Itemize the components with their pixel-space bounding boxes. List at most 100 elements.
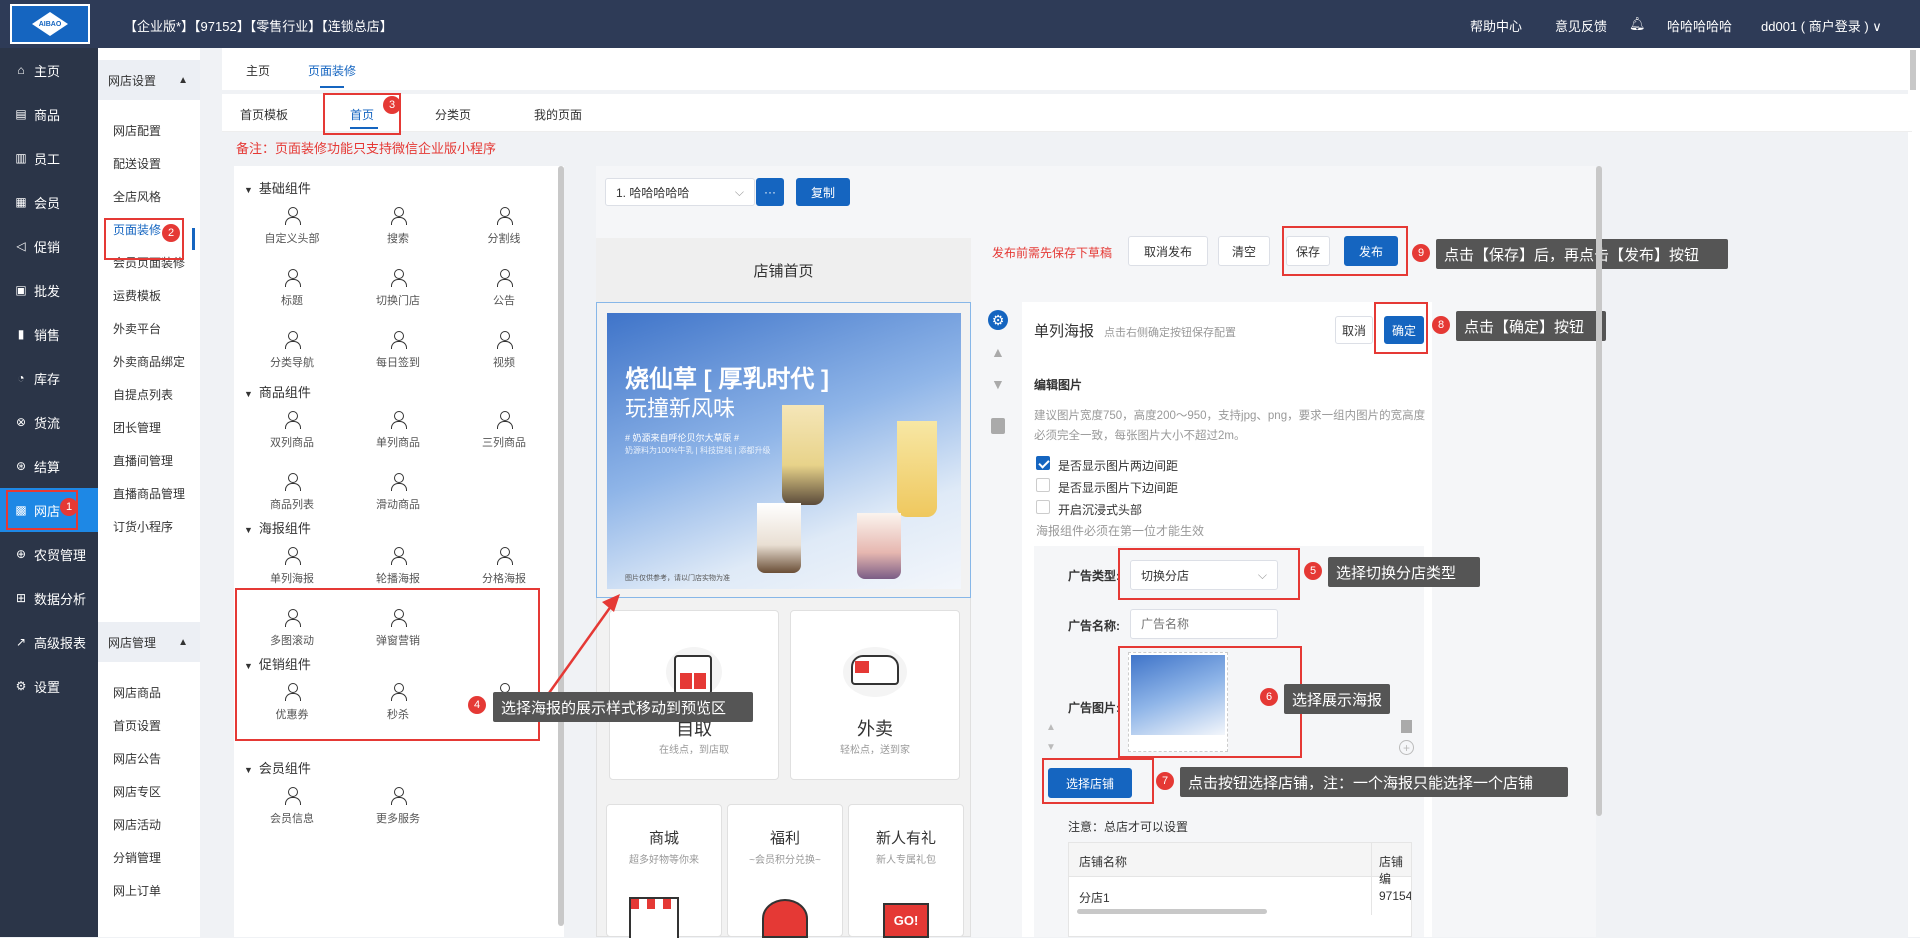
nav-item-2[interactable]: ▥ 员工 <box>0 136 98 180</box>
component-group-goods[interactable]: 商品组件 <box>244 382 311 401</box>
nav-item-9[interactable]: ⊛ 结算 <box>0 444 98 488</box>
subnav-item[interactable]: 网店公告 <box>113 750 161 767</box>
nav-item-12[interactable]: ⊞ 数据分析 <box>0 576 98 620</box>
nav-item-8[interactable]: ⊗ 货流 <box>0 400 98 444</box>
subnav-item[interactable]: 自提点列表 <box>113 386 173 403</box>
component-group-basic[interactable]: 基础组件 <box>244 178 311 197</box>
ad-name-input[interactable] <box>1130 609 1278 639</box>
aibao-logo[interactable]: AIBAO <box>10 4 90 44</box>
component-item[interactable]: 分割线 <box>464 206 544 246</box>
subnav-item[interactable]: 订货小程序 <box>113 518 173 535</box>
nav-item-3[interactable]: ▦ 会员 <box>0 180 98 224</box>
person-icon <box>284 472 301 492</box>
help-center-link[interactable]: 帮助中心 <box>1470 16 1522 35</box>
cancel-publish-button[interactable]: 取消发布 <box>1128 236 1208 266</box>
component-item[interactable]: 轮播海报 <box>358 546 438 586</box>
component-item[interactable]: 分格海报 <box>464 546 544 586</box>
gear-icon[interactable]: ⚙ <box>988 310 1008 330</box>
component-scrollbar[interactable] <box>558 166 564 926</box>
component-item[interactable]: 公告 <box>464 268 544 308</box>
config-cancel-button[interactable]: 取消 <box>1335 316 1373 344</box>
add-ad-icon[interactable]: + <box>1399 740 1414 755</box>
immersive-header-checkbox[interactable] <box>1036 500 1050 514</box>
component-item[interactable]: 三列商品 <box>464 410 544 450</box>
table-cell-store-name[interactable]: 分店1 <box>1079 889 1110 906</box>
tab-home-template[interactable]: 首页模板 <box>240 106 288 123</box>
subnav-item[interactable]: 直播间管理 <box>113 452 173 469</box>
nav-item-0[interactable]: ⌂ 主页 <box>0 48 98 92</box>
side-spacing-checkbox[interactable] <box>1036 456 1050 470</box>
shop-name[interactable]: 哈哈哈哈哈 <box>1667 16 1732 35</box>
bell-icon[interactable]: 🔔︎ <box>1629 16 1646 32</box>
subnav-item[interactable]: 外卖平台 <box>113 320 161 337</box>
tab-my-page[interactable]: 我的页面 <box>534 106 582 123</box>
tab-home[interactable]: 主页 <box>246 62 270 79</box>
tab-page-decor[interactable]: 页面装修 <box>308 62 356 79</box>
component-item[interactable]: 视频 <box>464 330 544 370</box>
component-item[interactable]: 会员信息 <box>252 786 332 826</box>
nav-item-7[interactable]: ◔ 库存 <box>0 356 98 400</box>
subnav-item[interactable]: 网店专区 <box>113 783 161 800</box>
subnav-item[interactable]: 配送设置 <box>113 155 161 172</box>
user-menu[interactable]: dd001 ( 商户登录 ) ∨ <box>1761 16 1882 35</box>
ad-trash-icon[interactable] <box>1401 720 1412 733</box>
ad-down-icon[interactable]: ▼ <box>1046 742 1056 753</box>
nav-item-6[interactable]: ▮ 销售 <box>0 312 98 356</box>
editor-scrollbar[interactable] <box>1596 166 1602 816</box>
subnav-item[interactable]: 直播商品管理 <box>113 485 185 502</box>
subnav-item[interactable]: 团长管理 <box>113 419 161 436</box>
nav-item-14[interactable]: ⚙ 设置 <box>0 664 98 708</box>
card-mall[interactable]: 商城 超多好物等你来 <box>606 804 722 938</box>
subnav-item[interactable]: 外卖商品绑定 <box>113 353 185 370</box>
tab-active-underline <box>320 86 344 88</box>
trash-icon[interactable] <box>991 418 1005 434</box>
table-scrollbar[interactable] <box>1077 909 1267 914</box>
nav-item-4[interactable]: ◁ 促销 <box>0 224 98 268</box>
clear-button[interactable]: 清空 <box>1218 236 1270 266</box>
component-group-member[interactable]: 会员组件 <box>244 758 311 777</box>
component-item[interactable]: 商品列表 <box>252 472 332 512</box>
subnav-item[interactable]: 网店活动 <box>113 816 161 833</box>
template-more-button[interactable]: ··· <box>756 178 784 206</box>
nav-item-13[interactable]: ↗ 高级报表 <box>0 620 98 664</box>
component-item[interactable]: 切换门店 <box>358 268 438 308</box>
component-group-poster[interactable]: 海报组件 <box>244 518 311 537</box>
card-sub: ~会员积分兑换~ <box>749 855 821 866</box>
subnav-item[interactable]: 网店配置 <box>113 122 161 139</box>
component-item[interactable]: 分类导航 <box>252 330 332 370</box>
card-newbie-gift[interactable]: 新人有礼 新人专属礼包 GO! <box>848 804 964 938</box>
subnav-item[interactable]: 首页设置 <box>113 717 161 734</box>
nav-label: 主页 <box>34 63 61 79</box>
move-up-icon[interactable]: ▲ <box>991 344 1005 360</box>
tab-category-page[interactable]: 分类页 <box>435 106 471 123</box>
subnav-item[interactable]: 分销管理 <box>113 849 161 866</box>
subnav-group-shop-manage[interactable]: 网店管理 ▲ <box>98 622 200 662</box>
nav-item-5[interactable]: ▣ 批发 <box>0 268 98 312</box>
component-item[interactable]: 搜索 <box>358 206 438 246</box>
component-item[interactable]: 单列海报 <box>252 546 332 586</box>
component-item[interactable]: 自定义头部 <box>252 206 332 246</box>
component-item[interactable]: 滑动商品 <box>358 472 438 512</box>
move-down-icon[interactable]: ▼ <box>991 376 1005 392</box>
subnav-item[interactable]: 运费模板 <box>113 287 161 304</box>
feedback-link[interactable]: 意见反馈 <box>1555 16 1607 35</box>
bottom-spacing-checkbox[interactable] <box>1036 478 1050 492</box>
subnav-item[interactable]: 网店商品 <box>113 684 161 701</box>
nav-item-11[interactable]: ⊕ 农贸管理 <box>0 532 98 576</box>
phone-header: 店铺首页 <box>596 238 971 302</box>
subnav-item[interactable]: 网上订单 <box>113 882 161 899</box>
template-select[interactable]: 1. 哈哈哈哈哈 ⌵ <box>605 178 755 206</box>
component-item[interactable]: 双列商品 <box>252 410 332 450</box>
page-scrollbar[interactable] <box>1910 50 1916 90</box>
component-item[interactable]: 单列商品 <box>358 410 438 450</box>
copy-button[interactable]: 复制 <box>796 178 850 206</box>
nav-item-1[interactable]: ▤ 商品 <box>0 92 98 136</box>
component-item[interactable]: 标题 <box>252 268 332 308</box>
ad-up-icon[interactable]: ▲ <box>1046 722 1056 733</box>
component-item[interactable]: 更多服务 <box>358 786 438 826</box>
card-delivery[interactable]: 外卖 轻松点，送到家 <box>790 610 960 780</box>
card-welfare[interactable]: 福利 ~会员积分兑换~ <box>727 804 843 938</box>
subnav-item[interactable]: 全店风格 <box>113 188 161 205</box>
component-item[interactable]: 每日签到 <box>358 330 438 370</box>
subnav-group-shop-settings[interactable]: 网店设置 ▲ <box>98 60 200 100</box>
